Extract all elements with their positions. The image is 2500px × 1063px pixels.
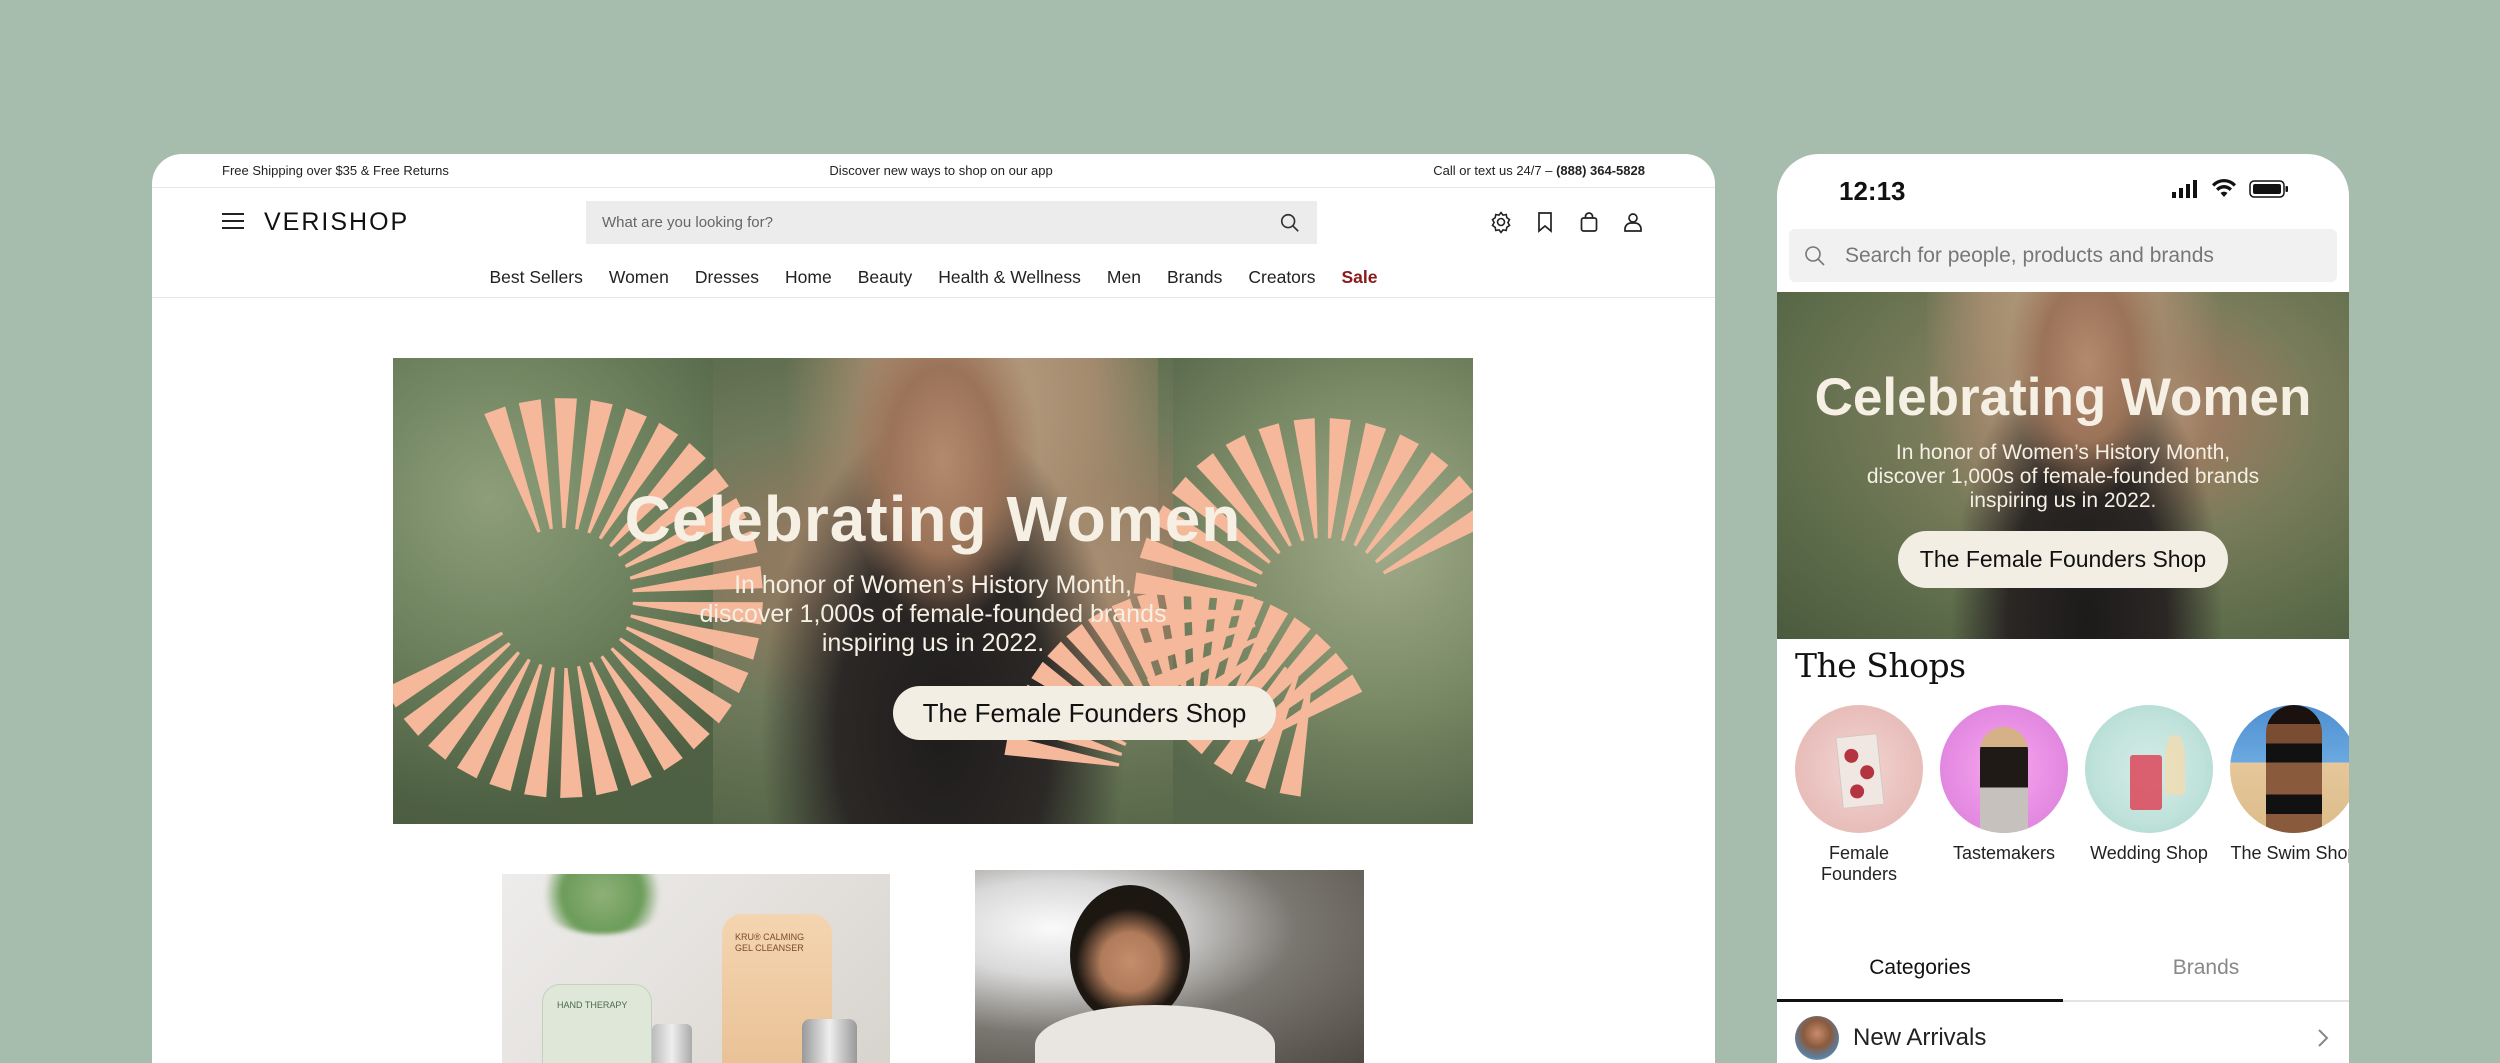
signal-icon — [2172, 180, 2197, 198]
chevron-right-icon — [2318, 1028, 2329, 1047]
nav-women[interactable]: Women — [609, 267, 669, 288]
mobile-female-founders-shop-button[interactable]: The Female Founders Shop — [1898, 531, 2228, 588]
nav-home[interactable]: Home — [785, 267, 832, 288]
mobile-app-window: 12:13 Search for people, products and br… — [1777, 154, 2349, 1063]
nav-best-sellers[interactable]: Best Sellers — [490, 267, 583, 288]
search-input[interactable]: What are you looking for? — [586, 201, 1317, 244]
product-tile-skincare[interactable]: HAND THERAPY KRU® CALMING GEL CLEANSER — [502, 874, 890, 1063]
shop-label: Wedding Shop — [2090, 843, 2208, 863]
free-shipping-text: Free Shipping over $35 & Free Returns — [222, 163, 449, 178]
nav-sale[interactable]: Sale — [1342, 267, 1378, 288]
menu-icon[interactable] — [222, 213, 244, 231]
shop-label: The Swim Shop — [2230, 843, 2349, 863]
mobile-hero-subtitle-line: inspiring us in 2022. — [1969, 489, 2157, 512]
wifi-icon — [2212, 179, 2236, 197]
tube-cap — [802, 1019, 857, 1063]
leaf-decor — [532, 874, 672, 934]
shop-female-founders[interactable]: Female Founders — [1795, 705, 1923, 885]
search-icon[interactable] — [1803, 244, 1827, 268]
shop-thumbnail — [1795, 705, 1923, 833]
main-nav: Best Sellers Women Dresses Home Beauty H… — [152, 258, 1715, 298]
header-icons — [1489, 210, 1645, 234]
mobile-hero-subtitle-line: In honor of Women’s History Month, — [1895, 441, 2231, 464]
hero-subtitle-line: discover 1,000s of female-founded brands — [699, 600, 1167, 628]
contact-phone[interactable]: (888) 364-5828 — [1556, 163, 1645, 178]
nav-creators[interactable]: Creators — [1248, 267, 1315, 288]
desktop-window: Free Shipping over $35 & Free Returns Di… — [152, 154, 1715, 1063]
status-icons — [2171, 179, 2289, 199]
search-icon[interactable] — [1279, 212, 1301, 234]
shop-label-line: Founders — [1820, 864, 1898, 884]
nav-beauty[interactable]: Beauty — [858, 267, 912, 288]
contact-text: Call or text us 24/7 – (888) 364-5828 — [1433, 163, 1645, 178]
product-label: KRU® CALMING GEL CLEANSER — [735, 932, 805, 953]
hero-subtitle-line: In honor of Women’s History Month, — [734, 571, 1132, 599]
verishop-logo[interactable]: VERISHOP — [264, 208, 409, 237]
hero-banner[interactable]: Celebrating Women In honor of Women’s Hi… — [393, 358, 1473, 824]
nav-brands[interactable]: Brands — [1167, 267, 1222, 288]
list-item-label: New Arrivals — [1853, 1023, 1987, 1051]
shop-tastemakers[interactable]: Tastemakers — [1940, 705, 2068, 885]
user-icon[interactable] — [1621, 210, 1645, 234]
hero-subtitle-line: inspiring us in 2022. — [821, 629, 1045, 657]
shops-carousel[interactable]: Female Founders Tastemakers Wedding Shop … — [1795, 705, 2349, 885]
status-bar: 12:13 — [1777, 154, 2349, 228]
bag-icon[interactable] — [1577, 210, 1601, 234]
product-tile-model[interactable] — [975, 870, 1364, 1063]
sunburst-ray — [560, 667, 583, 798]
model-head — [1070, 885, 1190, 1025]
nav-health-wellness[interactable]: Health & Wellness — [938, 267, 1081, 288]
list-item-new-arrivals[interactable]: New Arrivals — [1777, 1012, 2349, 1063]
hero-title: Celebrating Women — [624, 483, 1242, 555]
model-body — [1035, 1005, 1275, 1063]
shop-label-line: Female — [1828, 843, 1890, 863]
avatar — [1795, 1015, 1839, 1060]
shop-thumbnail — [2085, 705, 2213, 833]
tube-cap — [652, 1024, 692, 1063]
mobile-hero-subtitle-line: discover 1,000s of female-founded brands — [1866, 465, 2260, 488]
tab-brands[interactable]: Brands — [2063, 950, 2349, 1000]
tab-categories[interactable]: Categories — [1777, 950, 2063, 1002]
shop-thumbnail — [2230, 705, 2349, 833]
sunburst-ray — [524, 667, 555, 798]
search-placeholder: What are you looking for? — [602, 214, 773, 231]
shop-swim[interactable]: The Swim Shop — [2230, 705, 2349, 885]
mobile-hero-title: Celebrating Women — [1814, 368, 2312, 427]
mobile-search-input[interactable]: Search for people, products and brands — [1789, 229, 2337, 282]
shop-label: Female Founders — [1795, 843, 1923, 885]
settings-icon[interactable] — [1489, 210, 1513, 234]
mobile-hero-subtitle: In honor of Women’s History Month, disco… — [1777, 441, 2349, 513]
mobile-search-placeholder: Search for people, products and brands — [1845, 243, 2214, 267]
mobile-hero-banner[interactable]: Celebrating Women In honor of Women’s Hi… — [1777, 292, 2349, 639]
category-tabs: Categories Brands — [1777, 950, 2349, 1002]
battery-icon — [2249, 180, 2288, 198]
shop-thumbnail — [1940, 705, 2068, 833]
hero-subtitle: In honor of Women’s History Month, disco… — [393, 571, 1473, 658]
shops-heading: The Shops — [1795, 646, 1966, 685]
female-founders-shop-button[interactable]: The Female Founders Shop — [893, 686, 1276, 740]
hand-cream-tube — [542, 984, 652, 1063]
status-time: 12:13 — [1839, 176, 1906, 206]
promo-bar: Free Shipping over $35 & Free Returns Di… — [152, 154, 1715, 188]
contact-prefix: Call or text us 24/7 – — [1433, 163, 1557, 178]
app-promo-link[interactable]: Discover new ways to shop on our app — [829, 163, 1052, 178]
shop-label: Tastemakers — [1952, 843, 2056, 863]
bookmark-icon[interactable] — [1533, 210, 1557, 234]
nav-dresses[interactable]: Dresses — [695, 267, 759, 288]
product-label: HAND THERAPY — [557, 1000, 628, 1010]
nav-men[interactable]: Men — [1107, 267, 1141, 288]
shop-wedding[interactable]: Wedding Shop — [2085, 705, 2213, 885]
site-header: VERISHOP What are you looking for? — [152, 188, 1715, 258]
